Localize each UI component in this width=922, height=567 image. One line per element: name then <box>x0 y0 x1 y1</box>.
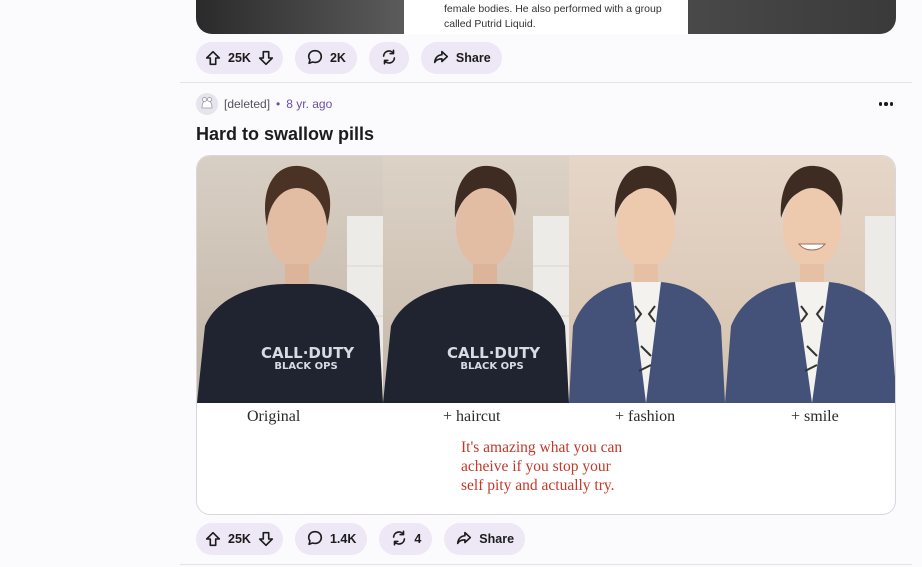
shirt-text: BLACK OPS <box>460 361 524 372</box>
feed: female bodies. He also performed with a … <box>180 0 912 567</box>
caption-line: female bodies. He also performed with a … <box>444 3 662 15</box>
image-panel-smile <box>725 156 895 403</box>
downvote-icon[interactable] <box>255 47 277 69</box>
quote-line: self pity and actually try. <box>461 477 615 494</box>
upvote-icon[interactable] <box>202 528 224 550</box>
meta-separator: • <box>276 97 281 111</box>
crosspost-icon <box>380 48 398 69</box>
avatar-icon[interactable] <box>196 93 218 115</box>
share-label: Share <box>455 51 491 65</box>
panel-label: + haircut <box>443 408 501 425</box>
crosspost-button[interactable]: 4 <box>379 523 433 555</box>
shirt-text: CALL·DUTY <box>447 344 541 362</box>
more-options-icon[interactable] <box>874 94 898 114</box>
panel-label: + fashion <box>615 408 676 425</box>
share-label: Share <box>479 532 515 546</box>
post-author[interactable]: [deleted] <box>224 97 270 111</box>
comments-button[interactable]: 2K <box>294 42 357 74</box>
post-divider <box>180 564 912 565</box>
post-action-bar: 25K 1.4K 4 Share <box>196 523 526 555</box>
share-button[interactable]: Share <box>420 42 502 74</box>
shirt-print-haircut: CALL·DUTY BLACK OPS <box>447 344 541 374</box>
caption-line: called Putrid Liquid. <box>444 18 536 30</box>
comment-count: 2K <box>329 51 346 65</box>
comments-button[interactable]: 1.4K <box>294 523 368 555</box>
downvote-icon[interactable] <box>255 528 277 550</box>
quote-line: acheive if you stop your <box>461 458 611 475</box>
image-panel-fashion <box>569 156 725 403</box>
post-age: 8 yr. ago <box>286 97 333 111</box>
image-quote: It's amazing what you can acheive if you… <box>461 438 701 495</box>
comment-count: 1.4K <box>329 532 357 546</box>
previous-post-action-bar: 25K 2K Share <box>196 42 502 74</box>
panel-label: Original <box>247 408 301 425</box>
crosspost-icon <box>390 529 408 550</box>
vote-count: 25K <box>228 51 251 65</box>
post-meta: [deleted] • 8 yr. ago <box>196 92 332 116</box>
shirt-text: CALL·DUTY <box>261 344 355 362</box>
share-icon <box>432 48 450 69</box>
upvote-icon[interactable] <box>202 47 224 69</box>
comment-icon <box>306 48 324 69</box>
panel-label: + smile <box>791 408 839 425</box>
share-icon <box>455 529 473 550</box>
shirt-text: BLACK OPS <box>274 361 338 372</box>
share-button[interactable]: Share <box>444 523 526 555</box>
vote-group: 25K <box>196 42 283 74</box>
previous-post-caption: female bodies. He also performed with a … <box>404 0 688 34</box>
shirt-print-original: CALL·DUTY BLACK OPS <box>261 344 355 374</box>
previous-post-media[interactable]: female bodies. He also performed with a … <box>196 0 896 34</box>
quote-line: It's amazing what you can <box>461 439 623 456</box>
vote-group: 25K <box>196 523 283 555</box>
post-image[interactable]: Original + haircut + fashion + smile CAL… <box>196 155 896 515</box>
post-title[interactable]: Hard to swallow pills <box>196 124 374 145</box>
crosspost-count: 4 <box>414 532 422 546</box>
post-divider <box>180 82 912 83</box>
comment-icon <box>306 529 324 550</box>
vote-count: 25K <box>228 532 251 546</box>
crosspost-button[interactable] <box>368 42 409 74</box>
